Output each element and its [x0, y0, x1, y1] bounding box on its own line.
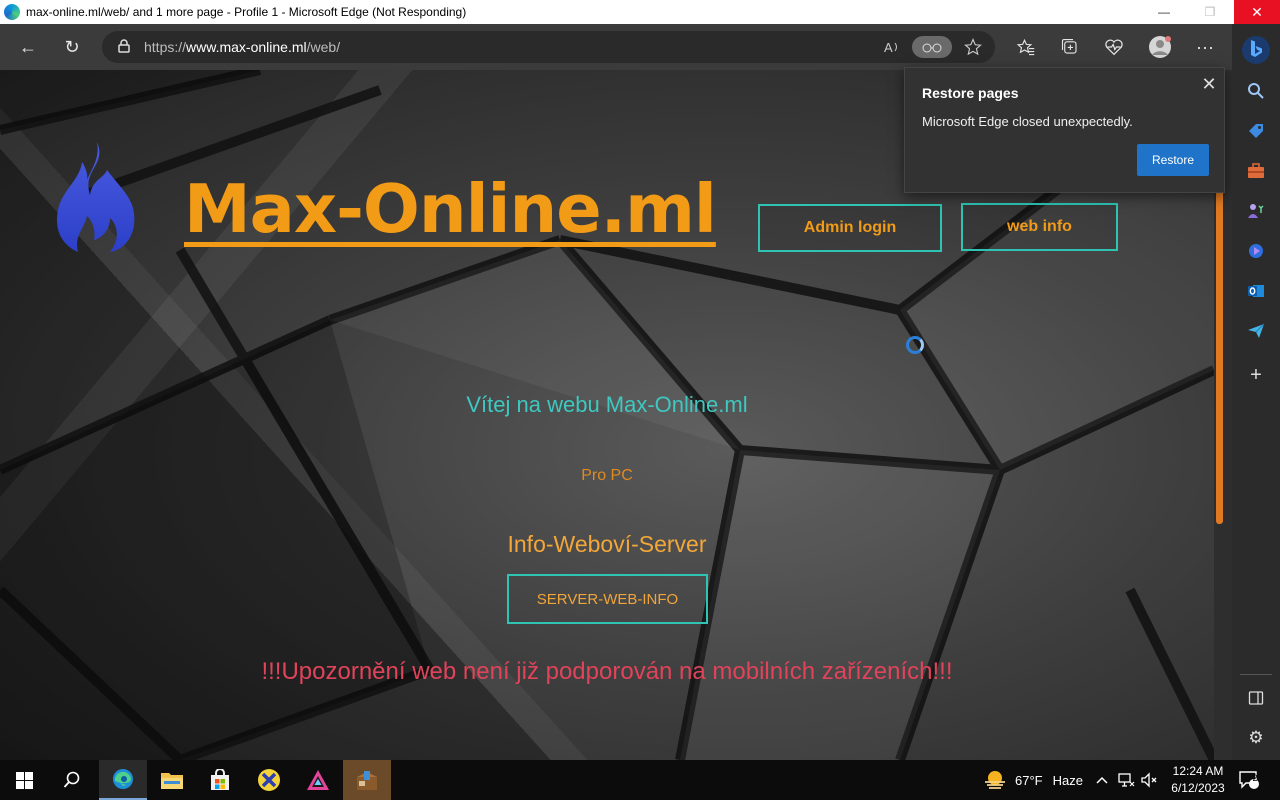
flame-logo-icon: [56, 142, 135, 252]
windows-taskbar: 67°F Haze 12:24 AM 6/12/2023 2: [0, 760, 1280, 800]
show-hidden-icons-chevron[interactable]: [1096, 760, 1108, 800]
window-title: max-online.ml/web/ and 1 more page - Pro…: [26, 5, 467, 19]
admin-login-button[interactable]: Admin login: [758, 204, 942, 252]
bing-chat-icon[interactable]: [1242, 36, 1270, 64]
sidebar-settings-icon[interactable]: ⚙: [1242, 724, 1270, 752]
popup-title: Restore pages: [922, 85, 1019, 101]
scrollbar-thumb[interactable]: [1216, 188, 1223, 524]
restore-button[interactable]: Restore: [1137, 144, 1209, 176]
back-icon[interactable]: ←: [13, 32, 43, 62]
taskbar-edge-icon[interactable]: [99, 760, 147, 800]
taskbar-triangle-app-icon[interactable]: [294, 760, 342, 800]
edge-logo-icon: [4, 4, 20, 20]
taskbar-store-icon[interactable]: [196, 760, 244, 800]
profile-avatar[interactable]: [1145, 32, 1175, 62]
network-icon[interactable]: [1117, 760, 1135, 800]
address-bar[interactable]: https://www.max-online.ml/web/ A: [102, 31, 995, 63]
collections-icon[interactable]: [1055, 32, 1085, 62]
popup-message: Microsoft Edge closed unexpectedly.: [922, 114, 1133, 129]
sidebar-divider: [1240, 674, 1272, 675]
url-scheme: https://: [144, 39, 187, 55]
immersive-reader-pill[interactable]: [912, 36, 952, 58]
notification-center-icon[interactable]: 2: [1238, 760, 1260, 800]
lock-icon[interactable]: [118, 38, 130, 56]
taskbar-search-icon[interactable]: [48, 760, 96, 800]
games-icon[interactable]: [1242, 197, 1270, 225]
taskbar-package-app-icon[interactable]: [343, 760, 391, 800]
info-server-heading: Info-Weboví-Server: [507, 531, 707, 557]
favorites-icon[interactable]: [1011, 32, 1041, 62]
clock-time: 12:24 AM: [1172, 764, 1224, 778]
refresh-icon[interactable]: ↻: [57, 32, 87, 62]
url-path: /web/: [306, 39, 341, 55]
more-options-icon[interactable]: ···: [1190, 32, 1220, 62]
weather-widget[interactable]: 67°F Haze: [983, 760, 1083, 800]
loading-spinner-icon: [906, 336, 924, 354]
close-window-button[interactable]: ✕: [1234, 0, 1280, 24]
add-sidebar-app-icon[interactable]: +: [1242, 361, 1270, 389]
taskbar-file-explorer-icon[interactable]: [148, 760, 196, 800]
site-brand-link[interactable]: Max-Online.ml: [184, 170, 717, 248]
url-text[interactable]: https://www.max-online.ml/web/: [144, 39, 340, 55]
edge-sidebar: + ⚙: [1232, 24, 1280, 760]
volume-muted-icon[interactable]: [1140, 760, 1158, 800]
start-button[interactable]: [0, 760, 48, 800]
restore-window-button[interactable]: ❐: [1187, 0, 1233, 24]
browser-essentials-icon[interactable]: [1099, 32, 1129, 62]
system-clock[interactable]: 12:24 AM 6/12/2023: [1162, 763, 1234, 797]
restore-pages-popup: Restore pages ✕ Microsoft Edge closed un…: [904, 67, 1225, 193]
mobile-warning-text: !!!Upozornění web není již podporován na…: [261, 658, 953, 685]
for-pc-label: Pro PC: [581, 467, 633, 484]
search-icon[interactable]: [1242, 77, 1270, 105]
popup-close-icon[interactable]: ✕: [1199, 74, 1219, 94]
favorite-star-icon[interactable]: [964, 31, 982, 63]
taskbar-xbox-app-icon[interactable]: [245, 760, 293, 800]
copilot-icon[interactable]: [1242, 237, 1270, 265]
haze-weather-icon: [985, 771, 1005, 789]
weather-condition: Haze: [1052, 772, 1083, 788]
read-aloud-icon[interactable]: A: [884, 31, 900, 63]
hide-sidebar-icon[interactable]: [1242, 684, 1270, 712]
notification-count: 2: [1252, 773, 1258, 783]
outlook-icon[interactable]: [1242, 277, 1270, 305]
url-host: www.max-online.ml: [186, 39, 307, 55]
web-info-button[interactable]: web info: [961, 203, 1118, 251]
tools-briefcase-icon[interactable]: [1242, 157, 1270, 185]
weather-temperature: 67°F: [1015, 772, 1043, 788]
drop-send-icon[interactable]: [1242, 317, 1270, 345]
browser-toolbar: ← ↻ https://www.max-online.ml/web/ A ···: [0, 24, 1232, 70]
minimize-button[interactable]: —: [1141, 0, 1187, 24]
server-web-info-button[interactable]: SERVER-WEB-INFO: [507, 574, 708, 624]
welcome-heading: Vítej na webu Max-Online.ml: [466, 392, 748, 417]
window-titlebar: max-online.ml/web/ and 1 more page - Pro…: [0, 0, 1280, 24]
shopping-tag-icon[interactable]: [1242, 117, 1270, 145]
clock-date: 6/12/2023: [1171, 781, 1225, 795]
svg-text:A: A: [884, 40, 893, 54]
